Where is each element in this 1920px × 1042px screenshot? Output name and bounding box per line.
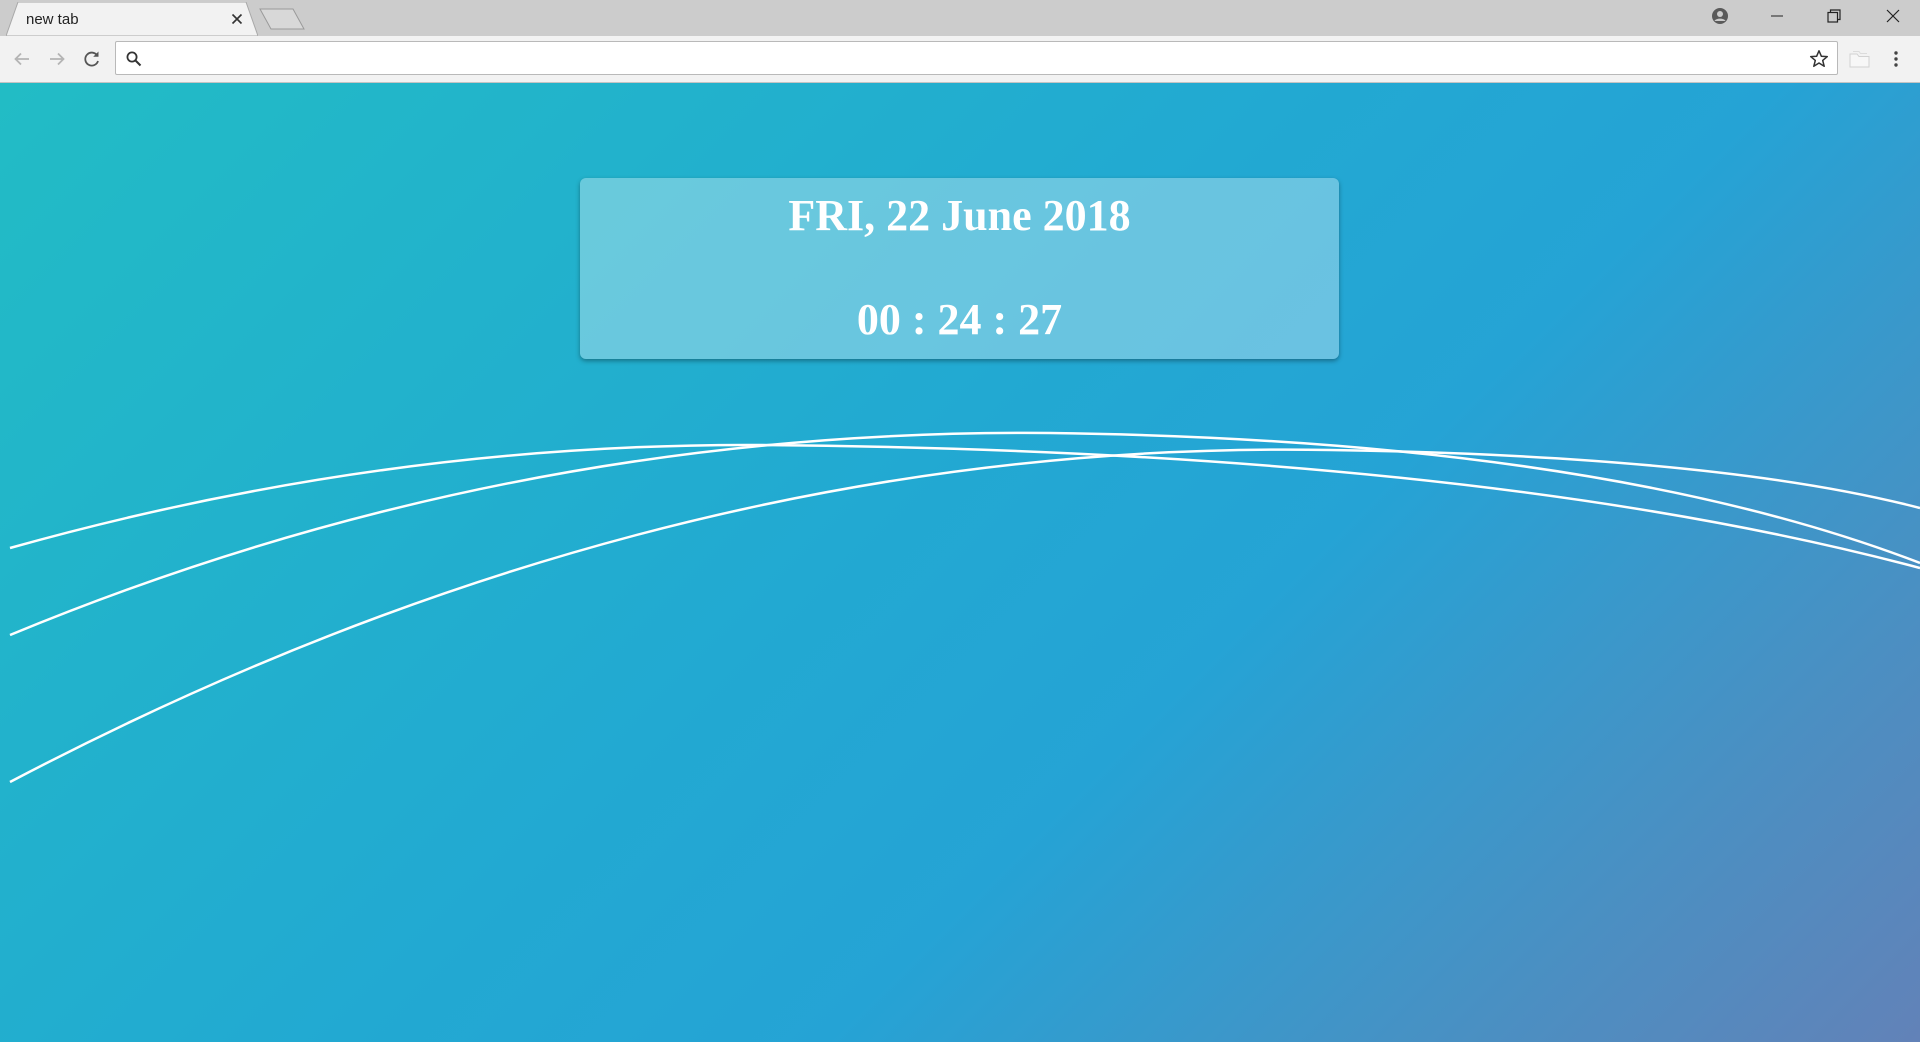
profile-button[interactable]	[1696, 0, 1744, 32]
arrow-right-icon	[50, 52, 65, 66]
new-tab-icon	[259, 8, 305, 30]
account-circle-icon	[1712, 8, 1728, 24]
close-icon	[1886, 9, 1900, 23]
clock-date: FRI, 22 June 2018	[788, 191, 1131, 240]
omnibox[interactable]	[115, 41, 1838, 75]
new-tab-button[interactable]	[259, 8, 305, 30]
folder-icon[interactable]	[1848, 48, 1872, 70]
clock-time: 00 : 24 : 27	[856, 295, 1063, 344]
background-arc	[9, 448, 1920, 784]
reload-icon	[84, 51, 99, 67]
arrow-left-icon	[14, 52, 29, 66]
toolbar	[0, 36, 1920, 83]
forward-button[interactable]	[43, 45, 71, 73]
kebab-menu-icon	[1894, 51, 1898, 67]
new-tab-page: FRI, 22 June 2018 00 : 24 : 27	[0, 83, 1920, 1042]
back-button[interactable]	[8, 45, 36, 73]
restore-icon	[1827, 9, 1841, 23]
search-icon	[125, 50, 143, 68]
close-icon[interactable]	[228, 10, 246, 28]
tab-title: new tab	[26, 11, 79, 28]
minimize-button[interactable]	[1753, 0, 1801, 32]
reload-button[interactable]	[78, 45, 106, 73]
clock-card: FRI, 22 June 2018 00 : 24 : 27	[580, 178, 1339, 359]
tab-strip: new tab	[0, 0, 1920, 36]
star-outline-icon[interactable]	[1809, 49, 1829, 69]
address-input[interactable]	[152, 46, 1796, 72]
minimize-icon	[1771, 15, 1783, 17]
window-close-button[interactable]	[1866, 0, 1920, 32]
tab-new-tab[interactable]: new tab	[6, 2, 258, 36]
restore-button[interactable]	[1810, 0, 1858, 32]
browser-window: new tab FRI, 22 June 2018 00: 24: 27	[0, 0, 1920, 1042]
menu-button[interactable]	[1884, 46, 1908, 72]
